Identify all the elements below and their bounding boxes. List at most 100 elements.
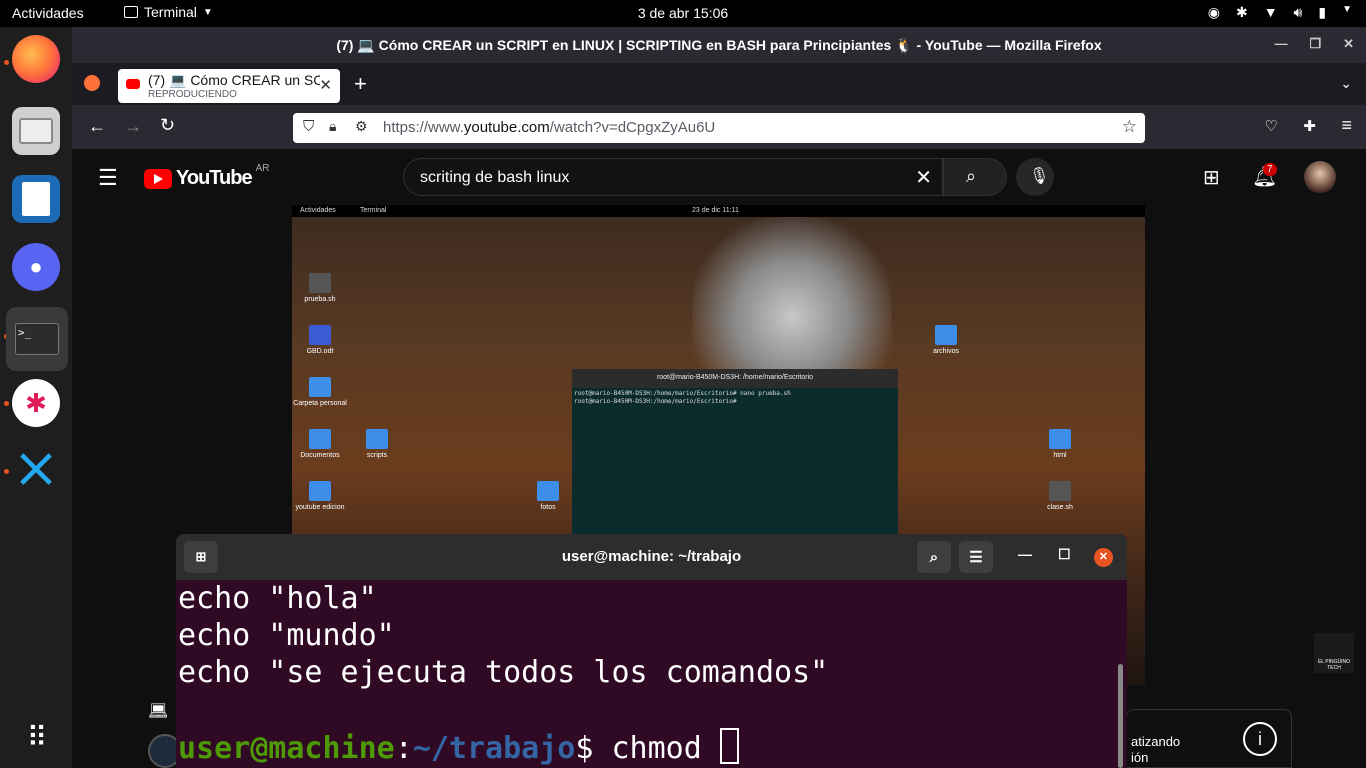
- mic-icon: 🎙︎: [1029, 168, 1050, 185]
- terminal-output[interactable]: echo "hola" echo "mundo" echo "se ejecut…: [178, 580, 1118, 767]
- close-icon[interactable]: ✕: [1343, 36, 1354, 52]
- video-terminal-line: root@mario-B450M-DS3H:/home/mario/Escrit…: [574, 390, 791, 397]
- running-indicator: [4, 401, 9, 406]
- search-icon: ⌕: [966, 166, 977, 186]
- bookmark-star-icon[interactable]: ☆: [1122, 117, 1137, 137]
- desktop-icon: clase.sh: [1030, 481, 1090, 511]
- reload-icon[interactable]: ↻: [160, 115, 175, 136]
- search-icon: ⌕: [929, 548, 939, 566]
- back-icon[interactable]: ←: [88, 116, 106, 137]
- nav-toolbar: ← → ↻ ⛉ 🔒︎ ⚙ https://www.youtube.com/wat…: [72, 105, 1366, 149]
- terminal-icon[interactable]: >_: [6, 307, 68, 371]
- avatar[interactable]: [1304, 161, 1336, 193]
- info-card[interactable]: atizando ión i: [1126, 709, 1292, 768]
- clear-search-icon[interactable]: ✕: [915, 165, 932, 190]
- running-indicator: [4, 60, 9, 65]
- dock: ● >_ ✱ ⨉ ⠿: [0, 27, 72, 768]
- wifi-icon[interactable]: ▼: [1264, 4, 1278, 21]
- desktop-icon: archivos: [916, 325, 976, 355]
- info-card-text: atizando: [1131, 734, 1181, 749]
- prompt-path: ~/trabajo: [412, 731, 576, 766]
- volume-icon[interactable]: 🔊︎: [1294, 4, 1303, 21]
- window-titlebar[interactable]: (7) 💻 Cómo CREAR un SCRIPT en LINUX | SC…: [72, 27, 1366, 63]
- desktop-icon: GBD.odt: [292, 325, 350, 355]
- close-tab-icon[interactable]: ✕: [319, 76, 332, 94]
- info-icon[interactable]: i: [1243, 722, 1277, 756]
- youtube-play-icon: [144, 168, 172, 189]
- desktop-icon: scripts: [347, 429, 407, 459]
- info-card-text: ión: [1131, 750, 1149, 765]
- pocket-icon[interactable]: ♡: [1265, 117, 1278, 135]
- notification-badge: 7: [1263, 163, 1277, 176]
- running-indicator: [4, 469, 9, 474]
- desktop-icon: fotos: [518, 481, 578, 511]
- channel-watermark[interactable]: EL PINGÜINO TECH: [1314, 633, 1354, 673]
- create-video-icon[interactable]: ⊞: [1203, 165, 1220, 190]
- tab-youtube[interactable]: (7) 💻 Cómo CREAR un SC REPRODUCIENDO ✕: [118, 69, 340, 103]
- show-apps-icon[interactable]: ⠿: [12, 713, 60, 761]
- menu-icon[interactable]: ≡: [1341, 115, 1352, 136]
- clock[interactable]: 3 de abr 15:06: [0, 5, 1366, 21]
- slack-icon[interactable]: ✱: [12, 379, 60, 427]
- new-tab-icon[interactable]: +: [354, 71, 367, 97]
- terminal-headerbar[interactable]: ⊞ user@machine: ~/trabajo ⌕ ☰ — ☐ ✕: [176, 534, 1127, 580]
- top-bar: Actividades Terminal ▼ 3 de abr 15:06 ◉ …: [0, 0, 1366, 27]
- discord-tray-icon[interactable]: ◉: [1208, 4, 1220, 21]
- maximize-icon[interactable]: ☐: [1058, 546, 1071, 563]
- terminal-line: echo "se ejecuta todos los comandos": [178, 655, 829, 690]
- tab-title: (7) 💻 Cómo CREAR un SC: [148, 72, 320, 88]
- terminal-window[interactable]: ⊞ user@machine: ~/trabajo ⌕ ☰ — ☐ ✕ echo…: [176, 534, 1127, 768]
- search-input[interactable]: scriting de bash linux ✕: [403, 158, 943, 196]
- terminal-line: echo "hola": [178, 581, 377, 616]
- chevron-down-icon[interactable]: ▼: [1342, 4, 1352, 21]
- terminal-command: chmod: [611, 731, 720, 766]
- video-topbar: Actividades Terminal 23 de dic 11:11: [292, 205, 1145, 217]
- shield-icon[interactable]: ⛉: [303, 118, 314, 135]
- scrollbar[interactable]: [1118, 664, 1123, 768]
- tab-subtitle: REPRODUCIENDO: [148, 89, 237, 100]
- menu-button[interactable]: ☰: [959, 541, 993, 573]
- firefox-icon[interactable]: [12, 35, 60, 83]
- terminal-line: echo "mundo": [178, 618, 395, 653]
- battery-icon[interactable]: ▮: [1318, 4, 1326, 21]
- youtube-header: ☰ YouTube AR scriting de bash linux ✕ ⌕ …: [72, 149, 1366, 205]
- region-code: AR: [255, 163, 270, 174]
- desktop-icon: youtube edicion: [292, 481, 350, 511]
- desktop-icon: Carpeta personal: [292, 377, 350, 407]
- voice-search-button[interactable]: 🎙︎: [1016, 158, 1054, 196]
- youtube-favicon-icon: [126, 79, 140, 89]
- laptop-icon: 💻︎: [148, 703, 169, 720]
- video-app-name: Terminal: [360, 207, 387, 214]
- prompt-user: user@machine: [178, 731, 395, 766]
- files-icon[interactable]: [12, 107, 60, 155]
- permissions-icon[interactable]: ⚙: [355, 118, 368, 135]
- writer-icon[interactable]: [12, 175, 60, 223]
- extensions-icon[interactable]: ✚: [1303, 117, 1316, 135]
- desktop-icon: html: [1030, 429, 1090, 459]
- terminal-prompt-line[interactable]: user@machine:~/trabajo$ chmod: [178, 728, 1118, 767]
- tab-strip: (7) 💻 Cómo CREAR un SC REPRODUCIENDO ✕ +…: [72, 63, 1366, 105]
- url-bar[interactable]: ⛉ 🔒︎ ⚙ https://www.youtube.com/watch?v=d…: [293, 113, 1145, 143]
- forward-icon[interactable]: →: [124, 116, 142, 137]
- youtube-logo[interactable]: YouTube AR: [144, 163, 269, 190]
- url-text: https://www.youtube.com/watch?v=dCpgxZyA…: [383, 119, 716, 136]
- discord-icon[interactable]: ●: [12, 243, 60, 291]
- maximize-icon[interactable]: ❐: [1309, 36, 1321, 52]
- prompt-separator: :: [394, 731, 413, 766]
- search-button[interactable]: ⌕: [943, 158, 1007, 196]
- search-query: scriting de bash linux: [420, 169, 570, 186]
- hamburger-menu-icon[interactable]: ☰: [98, 165, 118, 191]
- lock-icon[interactable]: 🔒︎: [329, 118, 336, 135]
- search-button[interactable]: ⌕: [917, 541, 951, 573]
- close-icon[interactable]: ✕: [1094, 548, 1113, 567]
- slack-tray-icon[interactable]: ✱: [1236, 4, 1248, 21]
- video-activities: Actividades: [300, 207, 336, 214]
- list-tabs-icon[interactable]: ⌄: [1340, 75, 1352, 92]
- firefox-view-icon[interactable]: [84, 75, 100, 91]
- vscode-icon[interactable]: ⨉: [12, 447, 60, 495]
- minimize-icon[interactable]: —: [1018, 546, 1032, 562]
- video-clock: 23 de dic 11:11: [692, 207, 739, 214]
- system-tray[interactable]: ◉ ✱ ▼ 🔊︎ ▮ ▼: [1208, 4, 1352, 21]
- desktop-icon: prueba.sh: [292, 273, 350, 303]
- minimize-icon[interactable]: —: [1274, 36, 1287, 52]
